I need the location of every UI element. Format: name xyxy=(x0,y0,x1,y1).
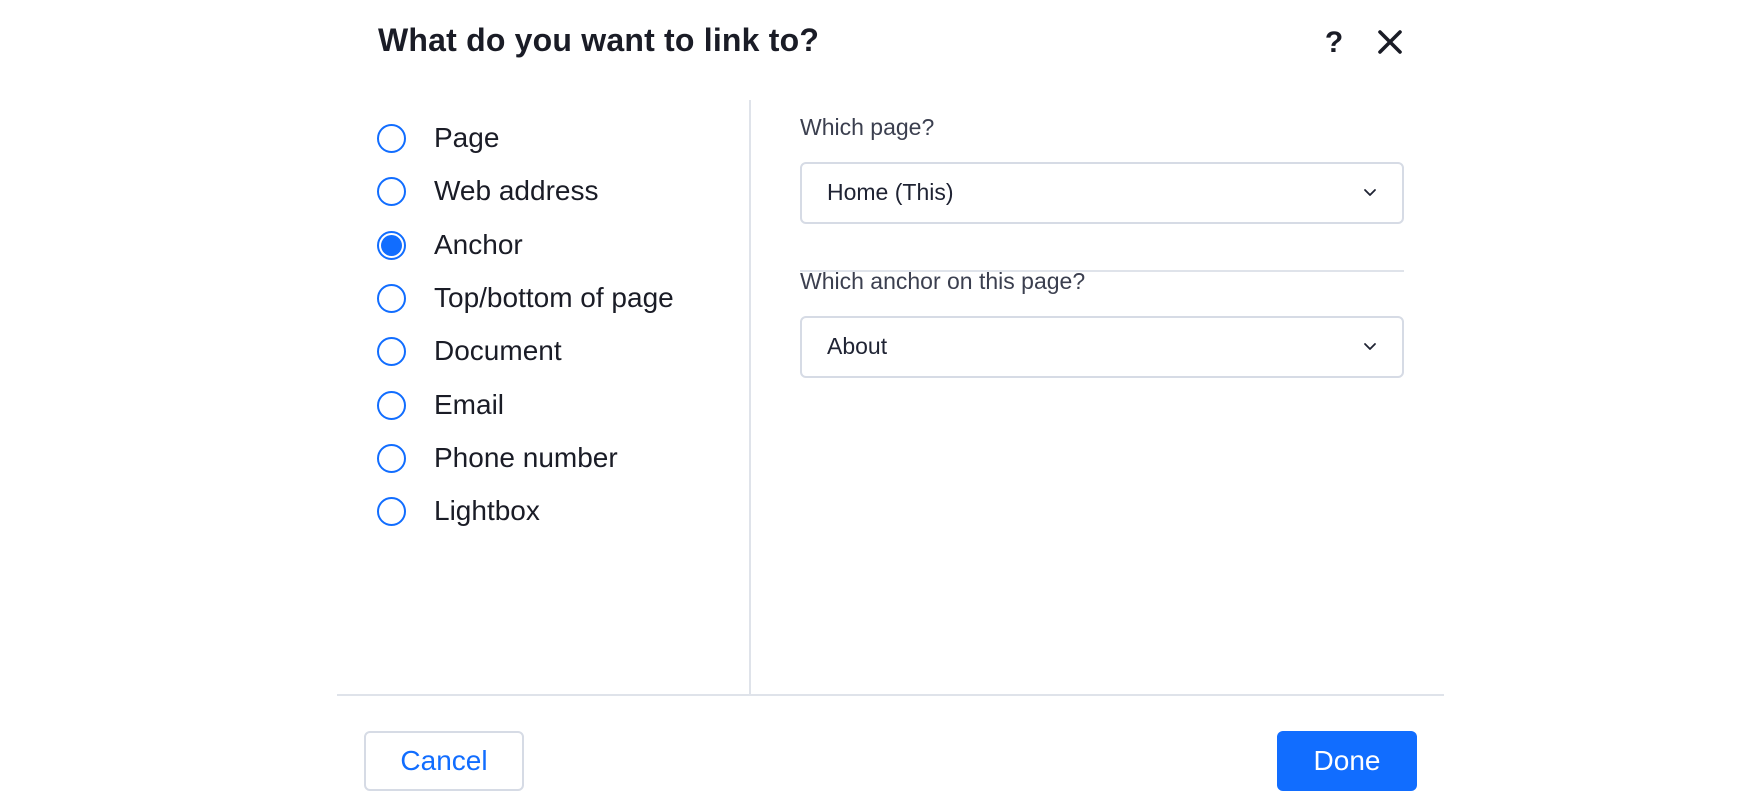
page-select-label: Which page? xyxy=(800,114,935,140)
radio-button[interactable] xyxy=(377,336,406,366)
link-type-label: Email xyxy=(434,389,505,420)
link-type-label: Lightbox xyxy=(434,495,540,526)
anchor-select-label: Which anchor on this page? xyxy=(800,268,1086,294)
link-settings-pane: Which page? Home (This) Which anchor on … xyxy=(751,100,1444,696)
link-type-phone-number[interactable]: Phone number xyxy=(377,438,618,478)
link-type-page[interactable]: Page xyxy=(377,118,499,158)
cancel-button[interactable]: Cancel xyxy=(364,731,524,791)
radio-button[interactable] xyxy=(377,230,406,260)
chevron-down-icon xyxy=(1364,343,1376,350)
link-type-web-address[interactable]: Web address xyxy=(377,171,598,211)
footer-divider xyxy=(337,694,1444,696)
radio-button[interactable] xyxy=(377,496,406,526)
page-select-value: Home (This) xyxy=(827,179,954,205)
done-button[interactable]: Done xyxy=(1277,731,1417,791)
link-type-label: Page xyxy=(434,122,500,153)
link-type-lightbox[interactable]: Lightbox xyxy=(377,491,540,531)
radio-button[interactable] xyxy=(377,283,406,313)
chevron-down-icon xyxy=(1364,189,1376,196)
link-type-anchor[interactable]: Anchor xyxy=(377,225,523,265)
radio-button[interactable] xyxy=(377,123,406,153)
page-select[interactable]: Home (This) xyxy=(800,162,1404,224)
link-type-label: Top/bottom of page xyxy=(434,282,674,313)
link-type-email[interactable]: Email xyxy=(377,385,504,425)
radio-button[interactable] xyxy=(377,176,406,206)
link-dialog: What do you want to link to? ? Page Web … xyxy=(337,0,1444,810)
link-type-list: Page Web address Anchor Top/bottom of pa… xyxy=(337,100,751,696)
link-type-document[interactable]: Document xyxy=(377,331,562,371)
link-type-label: Document xyxy=(434,335,562,366)
radio-button[interactable] xyxy=(377,443,406,473)
link-type-label: Phone number xyxy=(434,442,618,473)
radio-button[interactable] xyxy=(377,390,406,420)
help-icon[interactable]: ? xyxy=(1319,24,1349,62)
anchor-select-value: About xyxy=(827,333,888,359)
link-type-label: Anchor xyxy=(434,229,523,260)
anchor-select[interactable]: About xyxy=(800,316,1404,378)
dialog-title: What do you want to link to? xyxy=(378,22,820,58)
close-icon[interactable] xyxy=(1375,27,1405,57)
link-type-top-bottom[interactable]: Top/bottom of page xyxy=(377,278,674,318)
link-type-label: Web address xyxy=(434,175,599,206)
